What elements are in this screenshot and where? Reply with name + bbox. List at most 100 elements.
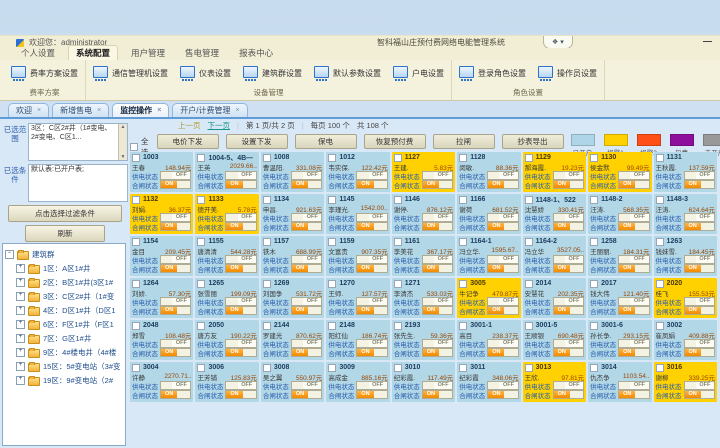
gate-toggle[interactable]: ON xyxy=(291,180,322,189)
gate-toggle[interactable]: ON xyxy=(553,348,584,357)
gate-toggle[interactable]: ON xyxy=(684,264,715,273)
checkbox-icon[interactable] xyxy=(197,238,205,246)
gate-toggle[interactable]: ON xyxy=(356,222,387,231)
scroll-down-icon[interactable]: ▼ xyxy=(121,154,126,160)
expand-icon[interactable]: + xyxy=(16,278,25,287)
meter-card[interactable]: 3010 纪彩霞. 117.49元 供电状态 OFF 合闸状态 ON xyxy=(392,362,455,402)
supply-toggle[interactable]: OFF xyxy=(160,171,191,180)
meter-card[interactable]: 3016 谢柳 339.25元 供电状态 OFF 合闸状态 ON xyxy=(654,362,717,402)
tree-item[interactable]: + 7区：G区1#井 xyxy=(5,331,123,345)
collapse-icon[interactable]: − xyxy=(5,250,14,259)
checkbox-icon[interactable] xyxy=(656,238,664,246)
tree-item[interactable]: + 6区：F区1#井（F区1 xyxy=(5,317,123,331)
gate-toggle[interactable]: ON xyxy=(684,390,715,399)
meter-card[interactable]: 1271 李清杰 533.03元 供电状态 OFF 合闸状态 ON xyxy=(392,278,455,318)
meter-card[interactable]: 2050 唐方友 190.22元 供电状态 OFF 合闸状态 ON xyxy=(195,320,258,360)
checkbox-icon[interactable] xyxy=(263,364,271,372)
gate-toggle[interactable]: ON xyxy=(618,306,649,315)
toolbar-button[interactable]: 恢复预付费 xyxy=(364,134,426,149)
ribbon-button[interactable]: 登录角色设置 xyxy=(457,64,528,83)
toolbar-button[interactable]: 拉闸 xyxy=(433,134,495,149)
expand-icon[interactable]: + xyxy=(16,362,25,371)
gate-toggle[interactable]: ON xyxy=(160,348,191,357)
supply-toggle[interactable]: OFF xyxy=(618,213,649,222)
gate-toggle[interactable]: ON xyxy=(684,222,715,231)
expand-icon[interactable]: + xyxy=(16,334,25,343)
meter-card[interactable]: 1159 文富贵 907.35元 供电状态 OFF 合闸状态 ON xyxy=(326,236,389,276)
checkbox-icon[interactable] xyxy=(394,154,402,162)
supply-toggle[interactable]: OFF xyxy=(291,297,322,306)
tab[interactable]: 新增售电 × xyxy=(52,103,109,117)
meter-card[interactable]: 1258 王丽丽. 184.31元 供电状态 OFF 合闸状态 ON xyxy=(588,236,651,276)
supply-toggle[interactable]: OFF xyxy=(422,171,453,180)
checkbox-icon[interactable] xyxy=(132,322,140,330)
gate-toggle[interactable]: ON xyxy=(618,222,649,231)
checkbox-icon[interactable] xyxy=(525,322,533,330)
checkbox-icon[interactable] xyxy=(590,322,598,330)
gate-toggle[interactable]: ON xyxy=(356,306,387,315)
expand-icon[interactable]: + xyxy=(16,306,25,315)
gate-toggle[interactable]: ON xyxy=(553,390,584,399)
checkbox-icon[interactable] xyxy=(394,322,402,330)
gate-toggle[interactable]: ON xyxy=(291,264,322,273)
meter-card[interactable]: 1008 曹温阳. 331.08元 供电状态 OFF 合闸状态 ON xyxy=(261,152,324,192)
ribbon-button[interactable]: 仪表设置 xyxy=(178,64,233,83)
tab[interactable]: 开户/计费管理 × xyxy=(172,103,247,117)
meter-card[interactable]: 3006 王芳铺 125.83元 供电状态 OFF 合闸状态 ON xyxy=(195,362,258,402)
gate-toggle[interactable]: ON xyxy=(618,264,649,273)
meter-card[interactable]: 3004 许静 2270.71.. 供电状态 OFF 合闸状态 ON xyxy=(130,362,193,402)
meter-card[interactable]: 2193 张先生. 59.36元 供电状态 OFF 合闸状态 ON xyxy=(392,320,455,360)
supply-toggle[interactable]: OFF xyxy=(422,255,453,264)
checkbox-icon[interactable] xyxy=(132,364,140,372)
checkbox-icon[interactable] xyxy=(525,196,533,204)
gate-toggle[interactable]: ON xyxy=(553,264,584,273)
meter-card[interactable]: 1161 李美花 367.17元 供电状态 OFF 合闸状态 ON xyxy=(392,236,455,276)
supply-toggle[interactable]: OFF xyxy=(553,381,584,390)
gate-toggle[interactable]: ON xyxy=(553,180,584,189)
supply-toggle[interactable]: OFF xyxy=(487,297,518,306)
meter-card[interactable]: 1148-2 汪涛. 568.35元 供电状态 OFF 合闸状态 ON xyxy=(588,194,651,234)
checkbox-icon[interactable] xyxy=(656,364,664,372)
gate-toggle[interactable]: ON xyxy=(618,390,649,399)
gate-toggle[interactable]: ON xyxy=(160,390,191,399)
supply-toggle[interactable]: OFF xyxy=(225,213,256,222)
supply-toggle[interactable]: OFF xyxy=(160,213,191,222)
toolbar-button[interactable]: 保电 xyxy=(295,134,357,149)
menu-item[interactable]: 用户管理 xyxy=(124,46,172,60)
checkbox-icon[interactable] xyxy=(328,322,336,330)
meter-card[interactable]: 1129 郝海霞. 19.23元 供电状态 OFF 合闸状态 ON xyxy=(523,152,586,192)
gate-toggle[interactable]: ON xyxy=(356,264,387,273)
meter-card[interactable]: 1164-2 冯立华 3527.05.. 供电状态 OFF 合闸状态 ON xyxy=(523,236,586,276)
meter-card[interactable]: 3001-5 王顺银 690.48元 供电状态 OFF 合闸状态 ON xyxy=(523,320,586,360)
checkbox-icon[interactable] xyxy=(590,280,598,288)
supply-toggle[interactable]: OFF xyxy=(618,297,649,306)
checkbox-icon[interactable] xyxy=(525,154,533,162)
checkbox-icon[interactable] xyxy=(328,280,336,288)
meter-card[interactable]: 1128 闵敏. 88.36元 供电状态 OFF 合闸状态 ON xyxy=(457,152,520,192)
supply-toggle[interactable]: OFF xyxy=(684,381,715,390)
checkbox-icon[interactable] xyxy=(197,280,205,288)
toolbar-button[interactable]: 电价下发 xyxy=(157,134,219,149)
gate-toggle[interactable]: ON xyxy=(487,264,518,273)
checkbox-icon[interactable] xyxy=(525,280,533,288)
supply-toggle[interactable]: OFF xyxy=(553,171,584,180)
checkbox-icon[interactable] xyxy=(197,322,205,330)
meter-card[interactable]: 1134 申昌. 921.63元 供电状态 OFF 合闸状态 ON xyxy=(261,194,324,234)
minimize-button[interactable]: — xyxy=(703,36,712,46)
gate-toggle[interactable]: ON xyxy=(291,390,322,399)
gate-toggle[interactable]: ON xyxy=(422,264,453,273)
menu-item[interactable]: 售电管理 xyxy=(178,46,226,60)
meter-card[interactable]: 1270 王师. 127.57元 供电状态 OFF 合闸状态 ON xyxy=(326,278,389,318)
tree-item[interactable]: + 1区：A区1#井 xyxy=(5,261,123,275)
checkbox-icon[interactable] xyxy=(132,238,140,246)
supply-toggle[interactable]: OFF xyxy=(291,255,322,264)
meter-card[interactable]: 1157 铁木 688.99元 供电状态 OFF 合闸状态 ON xyxy=(261,236,324,276)
checkbox-icon[interactable] xyxy=(590,154,598,162)
supply-toggle[interactable]: OFF xyxy=(684,339,715,348)
checkbox-icon[interactable] xyxy=(656,196,664,204)
range-scrollbar[interactable]: ▲▼ xyxy=(118,124,127,160)
checkbox-icon[interactable] xyxy=(197,154,205,162)
supply-toggle[interactable]: OFF xyxy=(356,339,387,348)
meter-card[interactable]: 2014 安慧花 202.35元 供电状态 OFF 合闸状态 ON xyxy=(523,278,586,318)
supply-toggle[interactable]: OFF xyxy=(225,171,256,180)
